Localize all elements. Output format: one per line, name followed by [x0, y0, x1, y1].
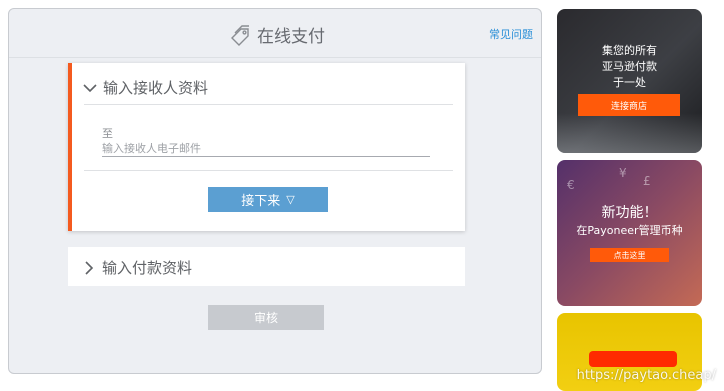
payment-details-card: 输入付款资料: [68, 247, 465, 286]
payment-section-header[interactable]: 输入付款资料: [82, 257, 192, 278]
ad1-cta-button[interactable]: 连接商店: [578, 94, 680, 116]
ad1-line1: 集您的所有: [602, 44, 657, 57]
recipient-email-input[interactable]: [102, 140, 430, 157]
ad2-cta-button[interactable]: 点击这里: [590, 248, 669, 262]
yen-symbol-icon: ¥: [619, 166, 627, 180]
next-button-label: 接下来: [241, 193, 281, 208]
to-label: 至: [102, 127, 113, 140]
watermark: https://paytao.cheap/: [576, 368, 716, 383]
euro-symbol-icon: €: [567, 178, 575, 192]
ad1-line2: 亚马逊付款: [602, 60, 657, 73]
recipient-section-header[interactable]: 输入接收人资料: [83, 77, 208, 98]
page-title: 在线支付: [257, 27, 325, 47]
ad-amazon-banner[interactable]: 集您的所有 亚马逊付款 于一处 连接商店: [557, 9, 702, 153]
faq-link[interactable]: 常见问题: [489, 26, 533, 42]
recipient-section-title: 输入接收人资料: [103, 79, 209, 97]
ad-currency-banner[interactable]: € ¥ £ 新功能！ 在Payoneer管理币种 点击这里: [557, 160, 702, 306]
review-button[interactable]: 审核: [208, 305, 324, 330]
ad2-line1: 新功能！: [601, 205, 658, 221]
pound-symbol-icon: £: [643, 174, 651, 188]
next-button[interactable]: 接下来 ▽: [208, 187, 328, 212]
triangle-down-icon: ▽: [286, 194, 295, 206]
payment-section-title: 输入付款资料: [102, 259, 193, 277]
divider: [84, 170, 453, 171]
recipient-card: 输入接收人资料 至 接下来 ▽: [68, 63, 465, 231]
chevron-right-icon: [85, 260, 94, 275]
ad-background-image: [557, 113, 702, 153]
divider: [84, 104, 453, 105]
payment-tag-icon: [231, 24, 249, 46]
title-wrap: 在线支付: [229, 22, 325, 47]
redaction-mark: [589, 351, 677, 367]
chevron-down-icon: [83, 83, 97, 92]
panel-header: 在线支付 常见问题: [9, 9, 541, 58]
ad1-line3: 于一处: [613, 76, 646, 89]
ad2-line2: 在Payoneer管理币种: [576, 224, 683, 237]
